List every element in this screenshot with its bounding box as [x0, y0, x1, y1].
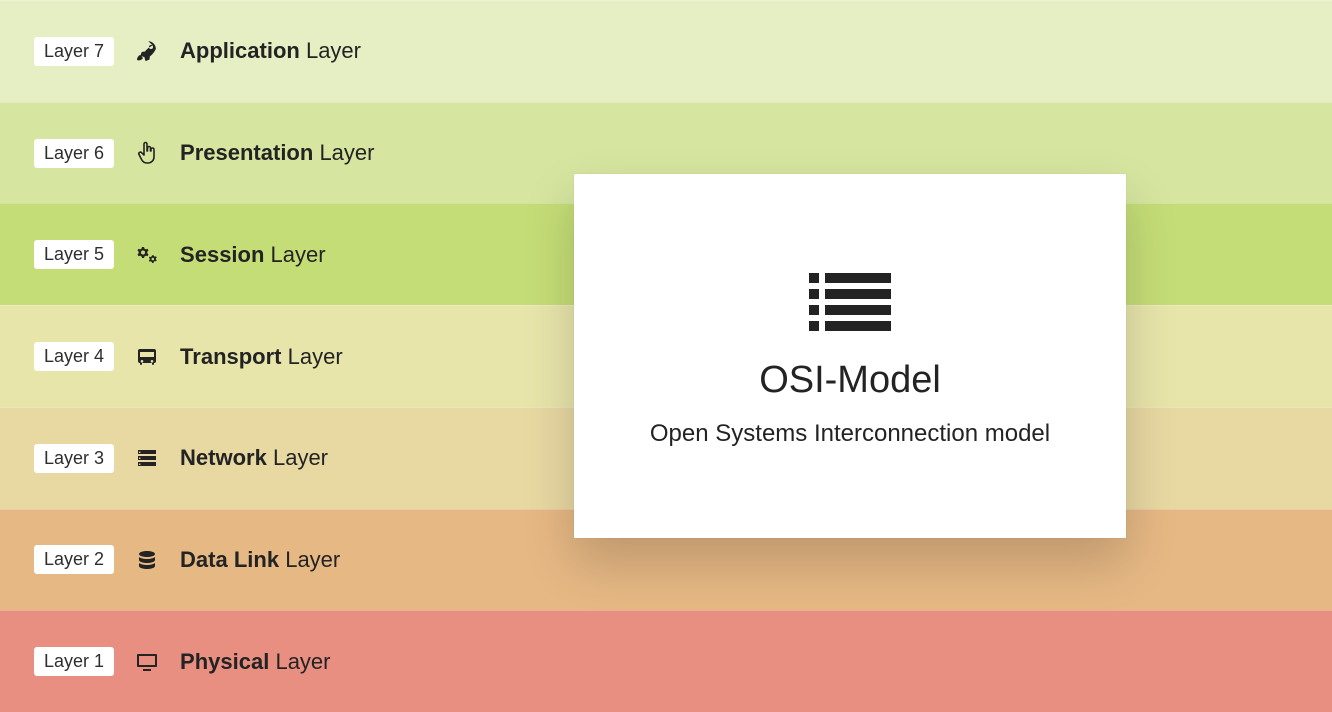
monitor-icon — [132, 649, 162, 675]
layer-badge: Layer 5 — [34, 240, 114, 269]
layer-label: Data Link Layer — [180, 547, 340, 573]
layer-row-1: Layer 1 Physical Layer — [0, 610, 1332, 712]
layer-badge: Layer 1 — [34, 647, 114, 676]
layer-label: Session Layer — [180, 242, 326, 268]
pointer-icon — [132, 140, 162, 166]
layer-label: Application Layer — [180, 38, 361, 64]
bus-icon — [132, 344, 162, 370]
layer-badge: Layer 6 — [34, 139, 114, 168]
layer-label: Transport Layer — [180, 344, 343, 370]
layer-row-7: Layer 7 Application Layer — [0, 0, 1332, 102]
layer-badge: Layer 4 — [34, 342, 114, 371]
title-card: OSI-Model Open Systems Interconnection m… — [574, 174, 1126, 538]
gears-icon — [132, 242, 162, 268]
layer-badge: Layer 3 — [34, 444, 114, 473]
card-subtitle: Open Systems Interconnection model — [650, 420, 1050, 448]
layer-label: Physical Layer — [180, 649, 330, 675]
rocket-icon — [132, 38, 162, 64]
layer-label: Presentation Layer — [180, 140, 374, 166]
layer-label: Network Layer — [180, 445, 328, 471]
server-icon — [132, 445, 162, 471]
layer-badge: Layer 7 — [34, 37, 114, 66]
database-icon — [132, 547, 162, 573]
layer-badge: Layer 2 — [34, 545, 114, 574]
list-icon — [805, 265, 895, 335]
card-title: OSI-Model — [759, 359, 941, 402]
